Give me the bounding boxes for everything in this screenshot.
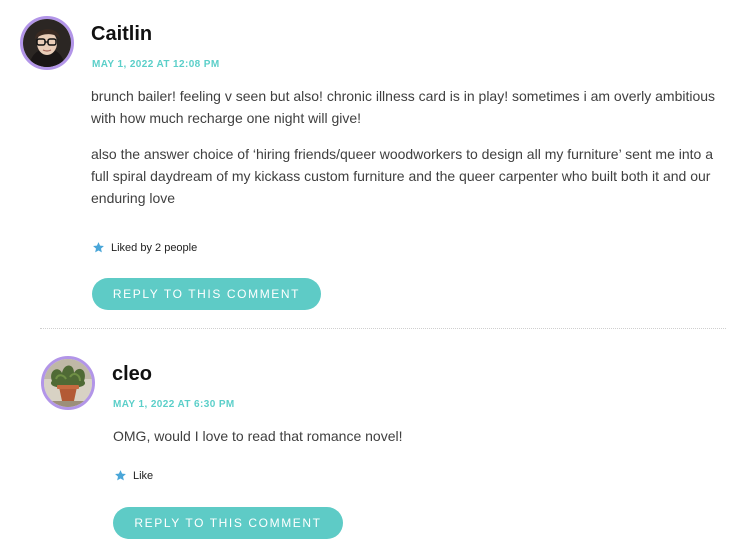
comment-divider xyxy=(40,328,726,329)
star-icon xyxy=(115,470,126,481)
comment-paragraph: brunch bailer! feeling v seen but also! … xyxy=(91,88,716,126)
like-widget[interactable]: Like xyxy=(114,469,153,482)
comment-author[interactable]: cleo xyxy=(112,363,152,386)
comment-body: OMG, would I love to read that romance n… xyxy=(113,425,713,447)
comment-paragraph: also the answer choice of ‘hiring friend… xyxy=(91,146,714,206)
avatar[interactable] xyxy=(41,356,95,410)
avatar-caitlin-icon xyxy=(23,19,71,67)
reply-button[interactable]: REPLY TO THIS COMMENT xyxy=(113,507,343,539)
comment-author[interactable]: Caitlin xyxy=(91,23,152,46)
star-icon xyxy=(93,242,104,253)
comment-body: brunch bailer! feeling v seen but also! … xyxy=(91,85,731,209)
avatar[interactable] xyxy=(20,16,74,70)
avatar-cleo-icon xyxy=(44,359,92,407)
like-text: Liked by 2 people xyxy=(111,241,198,254)
reply-button[interactable]: REPLY TO THIS COMMENT xyxy=(92,278,321,310)
comment-paragraph: OMG, would I love to read that romance n… xyxy=(113,428,403,444)
comment-date[interactable]: MAY 1, 2022 AT 6:30 PM xyxy=(113,399,235,410)
comment-date[interactable]: MAY 1, 2022 AT 12:08 PM xyxy=(92,59,220,70)
like-text: Like xyxy=(133,469,154,482)
like-widget[interactable]: Liked by 2 people xyxy=(92,241,197,254)
